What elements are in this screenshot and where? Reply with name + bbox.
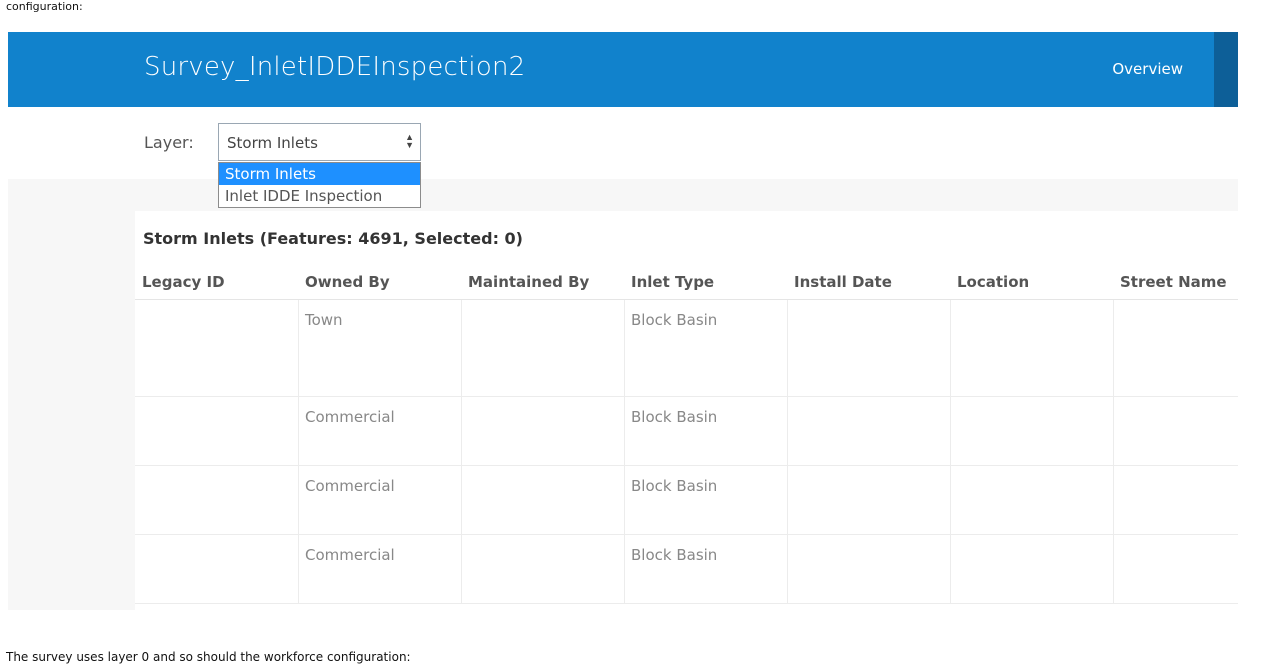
- cell-owned-by: Town: [305, 311, 343, 329]
- table-row[interactable]: Commercial Block Basin: [135, 466, 1238, 535]
- column-divider: [950, 466, 951, 534]
- column-divider: [1113, 300, 1114, 396]
- column-divider: [461, 397, 462, 465]
- column-divider: [624, 535, 625, 603]
- layer-option-storm-inlets[interactable]: Storm Inlets: [219, 163, 420, 185]
- cell-owned-by: Commercial: [305, 408, 395, 426]
- bottom-caption: The survey uses layer 0 and so should th…: [6, 650, 411, 664]
- table-row[interactable]: Commercial Block Basin: [135, 397, 1238, 466]
- column-divider: [950, 397, 951, 465]
- column-header-owned-by[interactable]: Owned By: [305, 273, 390, 291]
- column-header-street-name[interactable]: Street Name: [1120, 273, 1227, 291]
- app-screenshot: Survey_InletIDDEInspection2 Overview Lay…: [8, 32, 1238, 610]
- column-divider: [461, 535, 462, 603]
- table-title: Storm Inlets (Features: 4691, Selected: …: [143, 229, 523, 248]
- column-header-inlet-type[interactable]: Inlet Type: [631, 273, 714, 291]
- column-divider: [624, 300, 625, 396]
- cell-owned-by: Commercial: [305, 477, 395, 495]
- column-divider: [298, 535, 299, 603]
- column-header-maintained-by[interactable]: Maintained By: [468, 273, 589, 291]
- layer-select[interactable]: Storm Inlets ▲ ▼: [218, 123, 421, 161]
- column-divider: [461, 466, 462, 534]
- feature-table: Legacy ID Owned By Maintained By Inlet T…: [135, 263, 1238, 604]
- column-divider: [787, 535, 788, 603]
- column-divider: [1113, 466, 1114, 534]
- column-divider: [1113, 535, 1114, 603]
- app-title: Survey_InletIDDEInspection2: [144, 52, 526, 82]
- column-divider: [787, 466, 788, 534]
- layer-select-value: Storm Inlets: [227, 134, 318, 152]
- column-header-location[interactable]: Location: [957, 273, 1029, 291]
- column-divider: [787, 397, 788, 465]
- column-divider: [298, 397, 299, 465]
- top-caption: configuration:: [6, 0, 83, 13]
- column-divider: [624, 397, 625, 465]
- column-divider: [624, 466, 625, 534]
- cell-inlet-type: Block Basin: [631, 546, 718, 564]
- app-header: Survey_InletIDDEInspection2 Overview: [8, 32, 1238, 107]
- header-side-strip: [1214, 32, 1238, 107]
- cell-inlet-type: Block Basin: [631, 311, 718, 329]
- table-header-row: Legacy ID Owned By Maintained By Inlet T…: [135, 263, 1238, 300]
- column-header-legacy-id[interactable]: Legacy ID: [142, 273, 225, 291]
- cell-inlet-type: Block Basin: [631, 477, 718, 495]
- column-header-install-date[interactable]: Install Date: [794, 273, 892, 291]
- column-divider: [950, 300, 951, 396]
- table-row[interactable]: Commercial Block Basin: [135, 535, 1238, 604]
- cell-inlet-type: Block Basin: [631, 408, 718, 426]
- column-divider: [461, 300, 462, 396]
- column-divider: [298, 466, 299, 534]
- feature-table-panel: Storm Inlets (Features: 4691, Selected: …: [135, 211, 1238, 610]
- table-row[interactable]: Town Block Basin: [135, 300, 1238, 397]
- column-divider: [950, 535, 951, 603]
- column-divider: [787, 300, 788, 396]
- overview-link[interactable]: Overview: [1112, 60, 1183, 78]
- cell-owned-by: Commercial: [305, 546, 395, 564]
- layer-label: Layer:: [144, 133, 194, 152]
- column-divider: [298, 300, 299, 396]
- layer-selector-row: Layer: Storm Inlets ▲ ▼: [8, 107, 1238, 179]
- updown-arrows-icon: ▲ ▼: [405, 132, 414, 150]
- layer-dropdown-list: Storm Inlets Inlet IDDE Inspection: [218, 162, 421, 208]
- column-divider: [1113, 397, 1114, 465]
- layer-option-inlet-idde-inspection[interactable]: Inlet IDDE Inspection: [219, 185, 420, 207]
